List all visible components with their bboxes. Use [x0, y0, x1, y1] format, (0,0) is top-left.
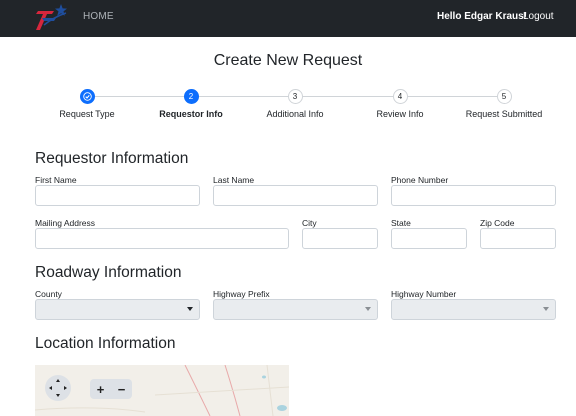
highway-prefix-select[interactable] — [213, 299, 378, 320]
highway-number-label: Highway Number — [391, 289, 457, 299]
check-icon — [79, 89, 95, 104]
step-label-requestor-info: Requestor Info — [159, 109, 223, 119]
step-number: 3 — [287, 89, 303, 104]
first-name-input[interactable] — [35, 185, 200, 206]
last-name-input[interactable] — [213, 185, 378, 206]
step-label-additional-info: Additional Info — [266, 109, 324, 119]
state-label: State — [391, 218, 411, 228]
roadway-section-title: Roadway Information — [35, 264, 182, 281]
step-request-submitted[interactable]: 5 Request Submitted — [454, 89, 554, 119]
county-select[interactable] — [35, 299, 200, 320]
city-input[interactable] — [302, 228, 378, 249]
first-name-label: First Name — [35, 175, 77, 185]
page-title: Create New Request — [213, 52, 363, 69]
step-additional-info[interactable]: 3 Additional Info — [245, 89, 345, 119]
step-label-request-submitted: Request Submitted — [465, 109, 543, 119]
mailing-address-label: Mailing Address — [35, 218, 96, 228]
state-input[interactable] — [391, 228, 467, 249]
user-greeting: Hello Edgar Kraus! — [437, 11, 528, 22]
highway-number-select[interactable] — [391, 299, 556, 320]
requestor-section-title: Requestor Information — [35, 150, 189, 167]
step-number: 5 — [496, 89, 512, 104]
logout-link[interactable]: Logout — [523, 11, 554, 22]
location-map[interactable]: + − — [35, 365, 289, 416]
chevron-down-icon — [365, 307, 371, 311]
zoom-in-button[interactable]: + — [97, 383, 105, 396]
map-zoom-controls: + − — [90, 379, 132, 399]
highway-prefix-label: Highway Prefix — [213, 289, 270, 299]
mailing-address-input[interactable] — [35, 228, 289, 249]
pan-arrows-icon[interactable] — [45, 375, 71, 401]
county-label: County — [35, 289, 62, 299]
nav-home-link[interactable]: HOME — [83, 11, 114, 22]
step-label-request-type: Request Type — [59, 109, 115, 119]
step-requestor-info[interactable]: 2 Requestor Info — [141, 89, 241, 119]
zoom-out-button[interactable]: − — [118, 383, 126, 396]
phone-number-label: Phone Number — [391, 175, 449, 185]
map-roads — [35, 365, 289, 416]
zip-code-label: Zip Code — [480, 218, 515, 228]
chevron-down-icon — [543, 307, 549, 311]
logo-icon[interactable] — [34, 3, 70, 33]
step-request-type[interactable]: Request Type — [37, 89, 137, 119]
last-name-label: Last Name — [213, 175, 255, 185]
step-number: 2 — [183, 89, 199, 104]
location-section-title: Location Information — [35, 335, 176, 352]
chevron-down-icon — [187, 307, 193, 311]
city-label: City — [302, 218, 317, 228]
top-navbar: HOME Hello Edgar Kraus! Logout — [0, 0, 576, 37]
phone-number-input[interactable] — [391, 185, 556, 206]
step-review-info[interactable]: 4 Review Info — [350, 89, 450, 119]
zip-code-input[interactable] — [480, 228, 556, 249]
step-number: 4 — [392, 89, 408, 104]
step-label-review-info: Review Info — [376, 109, 424, 119]
